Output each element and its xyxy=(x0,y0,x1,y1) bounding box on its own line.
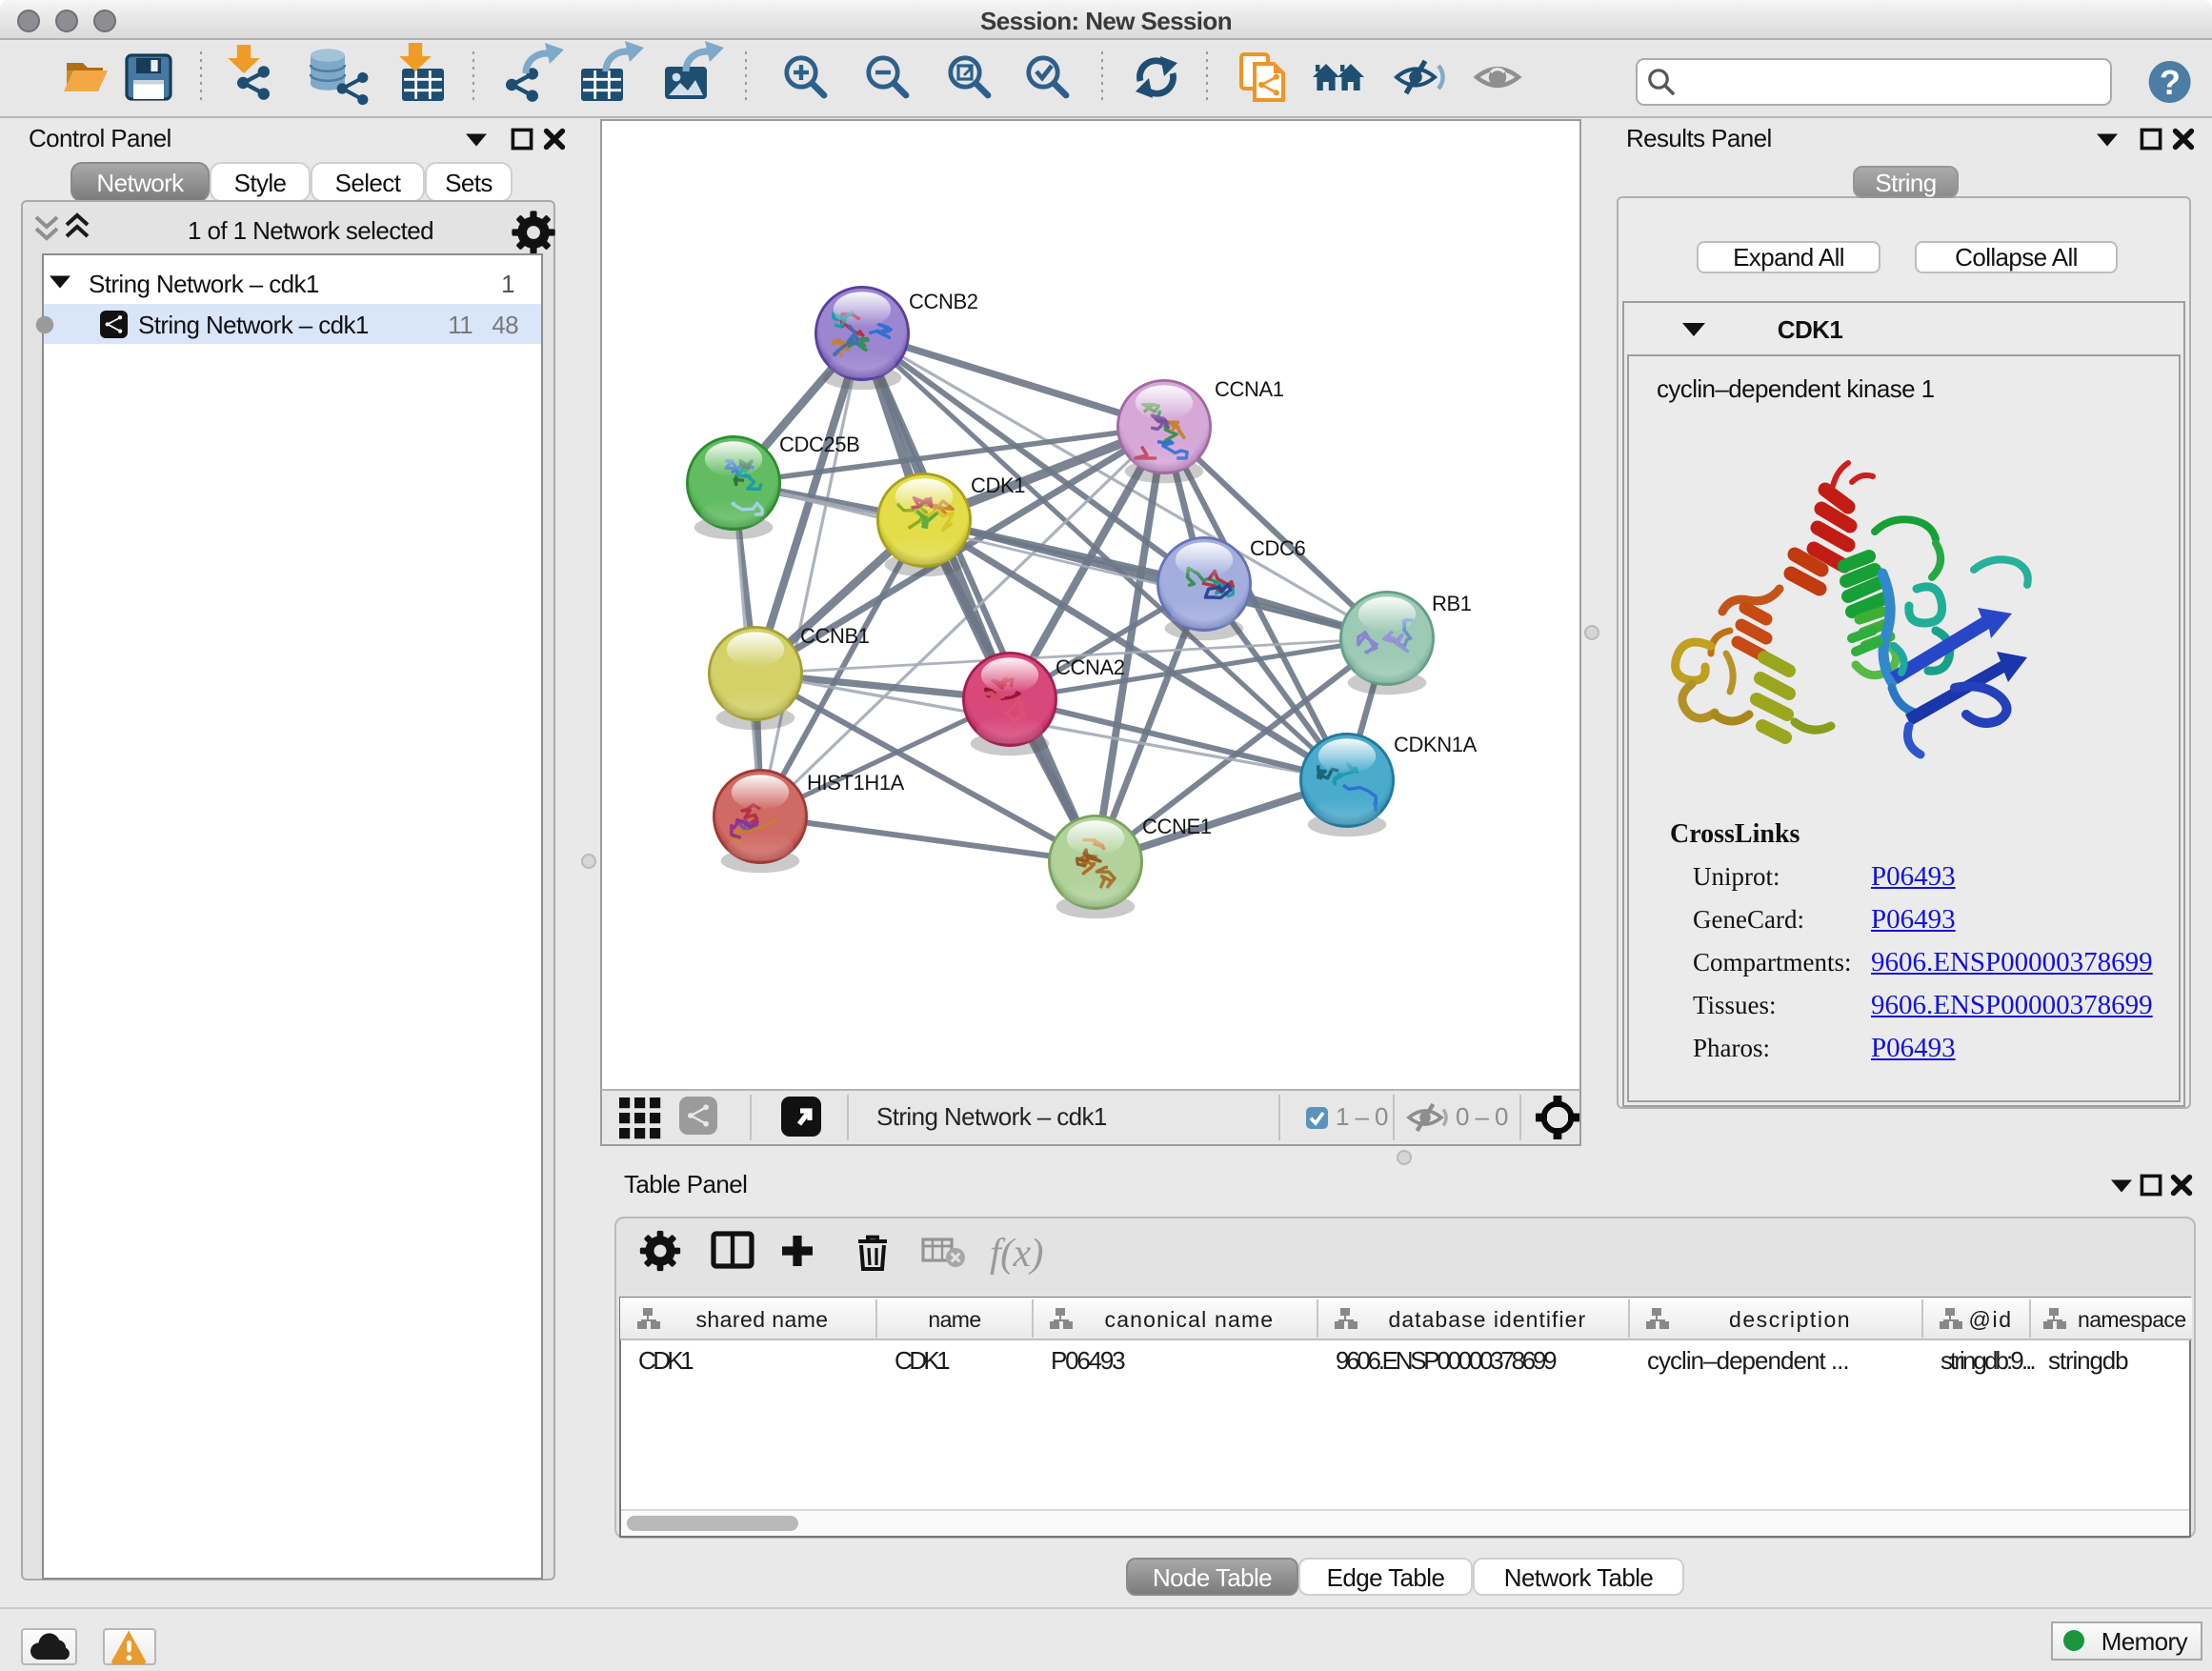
svg-text:stringdb:9...: stringdb:9... xyxy=(1941,1346,2036,1375)
svg-text:String Network – cdk1: String Network – cdk1 xyxy=(876,1102,1107,1131)
svg-text:database identifier: database identifier xyxy=(1389,1307,1586,1332)
svg-text:CDC6: CDC6 xyxy=(1250,536,1305,560)
svg-text:CDK1: CDK1 xyxy=(895,1346,950,1375)
svg-text:CDC25B: CDC25B xyxy=(779,433,859,456)
svg-text:canonical name: canonical name xyxy=(1105,1307,1273,1332)
svg-text:namespace: namespace xyxy=(2078,1307,2186,1332)
svg-text:CCNB1: CCNB1 xyxy=(800,624,870,648)
svg-text:CCNA1: CCNA1 xyxy=(1215,377,1284,401)
svg-text:P06493: P06493 xyxy=(1051,1346,1125,1375)
svg-text:CDK1: CDK1 xyxy=(971,473,1025,497)
svg-text:f(x): f(x) xyxy=(990,1232,1043,1276)
svg-text:cyclin–dependent ...: cyclin–dependent ... xyxy=(1647,1346,1849,1375)
svg-text:0 – 0: 0 – 0 xyxy=(1456,1102,1508,1131)
svg-text:CCNA2: CCNA2 xyxy=(1056,655,1125,679)
svg-text:CCNB2: CCNB2 xyxy=(909,290,978,313)
svg-text:9606.ENSP00000378699: 9606.ENSP00000378699 xyxy=(1336,1346,1557,1375)
svg-text:1 – 0: 1 – 0 xyxy=(1336,1102,1388,1131)
svg-text:@id: @id xyxy=(1969,1307,2011,1332)
svg-text:CDK1: CDK1 xyxy=(638,1346,694,1375)
svg-text:CDKN1A: CDKN1A xyxy=(1394,733,1478,756)
svg-text:name: name xyxy=(928,1307,980,1332)
svg-text:CCNE1: CCNE1 xyxy=(1142,815,1212,838)
svg-text:?: ? xyxy=(2160,63,2180,102)
svg-text:shared name: shared name xyxy=(696,1307,828,1332)
svg-text:stringdb: stringdb xyxy=(2048,1346,2128,1375)
svg-text:description: description xyxy=(1729,1307,1849,1332)
svg-text:HIST1H1A: HIST1H1A xyxy=(807,771,905,795)
svg-text:RB1: RB1 xyxy=(1432,592,1472,615)
